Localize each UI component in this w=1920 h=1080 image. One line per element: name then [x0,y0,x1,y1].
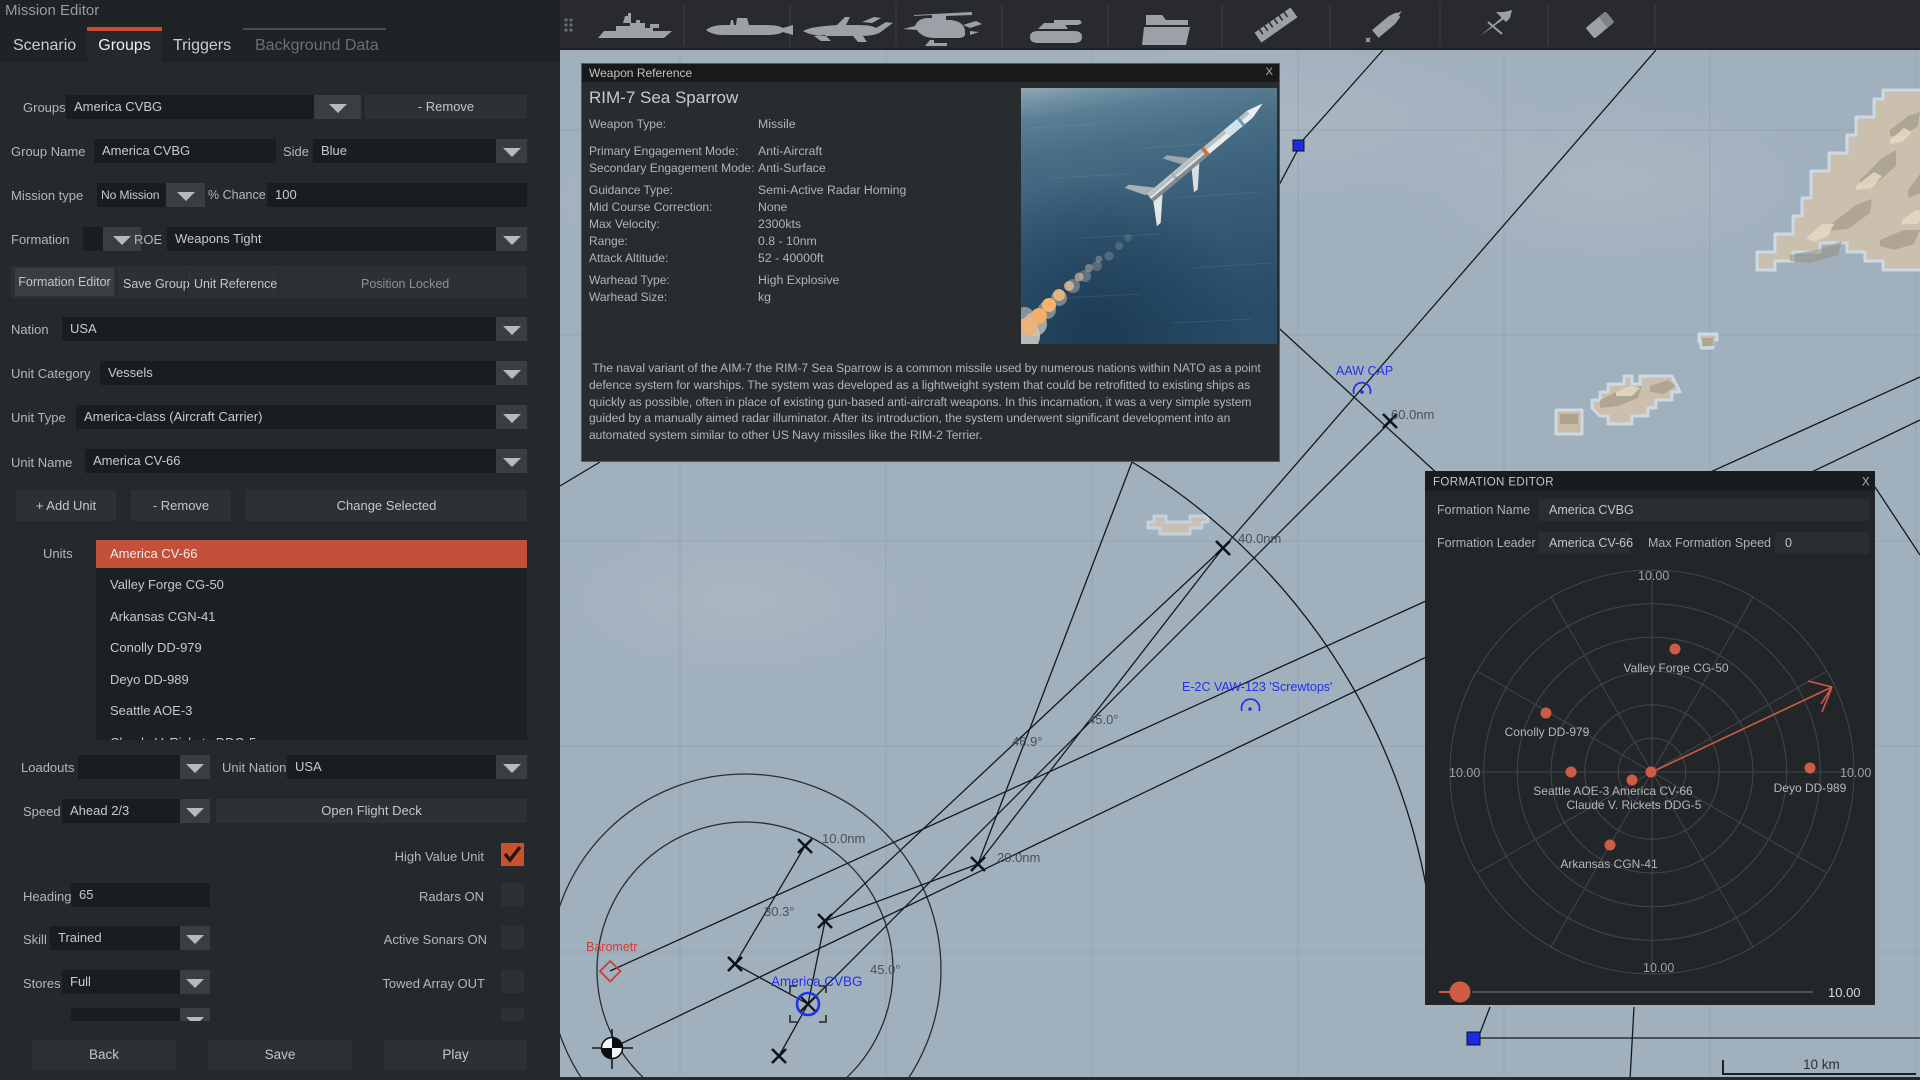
svg-text:America CVBG: America CVBG [771,974,863,989]
svg-text:45.0°: 45.0° [1088,712,1119,727]
svg-text:Max Formation Speed: Max Formation Speed [1648,536,1771,550]
svg-text:America CVBG: America CVBG [1549,503,1634,517]
svg-text:60.0nm: 60.0nm [1391,407,1434,422]
svg-text:0: 0 [1785,536,1792,550]
svg-text:20.0nm: 20.0nm [997,850,1040,865]
svg-text:10.00: 10.00 [1638,569,1669,583]
svg-text:40.0nm: 40.0nm [1238,531,1281,546]
svg-text:10 km: 10 km [1803,1057,1840,1072]
svg-text:Valley Forge CG-50: Valley Forge CG-50 [1623,661,1728,675]
svg-text:Formation Name: Formation Name [1437,503,1530,517]
svg-text:AAW CAP: AAW CAP [1336,364,1393,378]
svg-text:Conolly DD-979: Conolly DD-979 [1505,725,1590,739]
svg-text:America CV-66: America CV-66 [1549,536,1633,550]
svg-text:46.9°: 46.9° [1012,734,1043,749]
svg-text:10.00: 10.00 [1828,985,1861,1000]
svg-text:Deyo DD-989: Deyo DD-989 [1774,781,1847,795]
svg-text:10.0nm: 10.0nm [822,831,865,846]
svg-text:Formation Leader: Formation Leader [1437,536,1536,550]
svg-text:Barometr: Barometr [586,940,637,954]
svg-text:Claude V. Rickets DDG-5: Claude V. Rickets DDG-5 [1567,798,1702,812]
svg-text:E-2C VAW-123 'Screwtops': E-2C VAW-123 'Screwtops' [1182,680,1332,694]
svg-text:10.00: 10.00 [1643,961,1674,975]
svg-text:Seattle AOE-3 America CV-66: Seattle AOE-3 America CV-66 [1533,784,1693,798]
svg-text:45.0°: 45.0° [870,962,901,977]
svg-text:30.3°: 30.3° [764,904,795,919]
svg-text:Arkansas CGN-41: Arkansas CGN-41 [1560,857,1658,871]
svg-text:X: X [1862,477,1870,489]
svg-text:FORMATION EDITOR: FORMATION EDITOR [1433,477,1554,489]
svg-text:10.00: 10.00 [1840,766,1871,780]
svg-text:10.00: 10.00 [1449,766,1480,780]
